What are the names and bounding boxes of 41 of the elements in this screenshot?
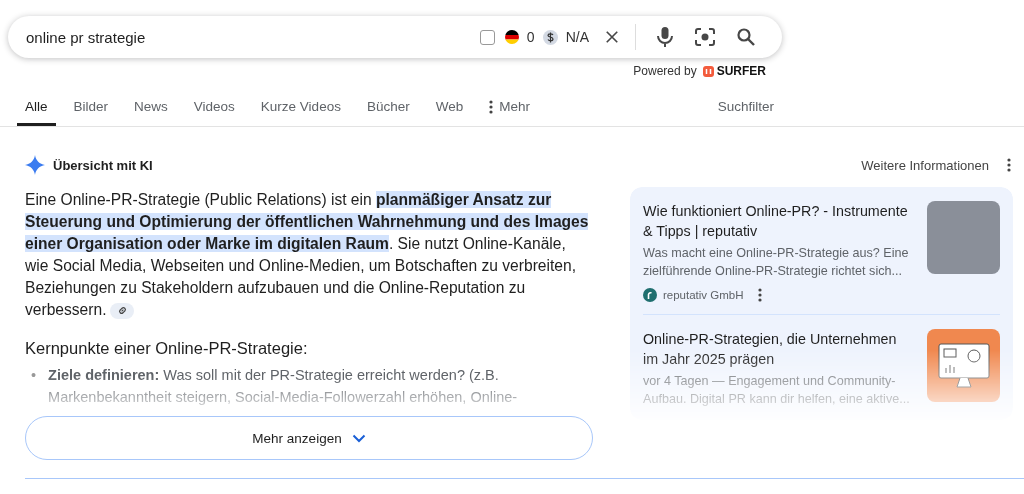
- search-field[interactable]: online pr strategie 0 N/A: [8, 16, 782, 58]
- dollar-icon: [542, 29, 558, 45]
- chevron-down-icon: [351, 433, 366, 443]
- camera-search-icon[interactable]: [694, 27, 716, 47]
- tab[interactable]: Kurze Videos: [252, 90, 349, 126]
- more-options-icon[interactable]: [757, 288, 762, 302]
- search-query[interactable]: online pr strategie: [26, 28, 472, 46]
- bullet-point: Ziele definieren: Was soll mit der PR-Strategie erreicht werden? (z.B. Markenbekanntheit steigern, Social-Media-Followerzahl erhöhen, Online-: [48, 366, 519, 407]
- section-heading: Kernpunkte einer Online-PR-Strategie:: [25, 339, 309, 358]
- powered-by-label: Powered by: [633, 64, 697, 78]
- tab[interactable]: News: [126, 90, 176, 126]
- more-options-icon[interactable]: [1007, 158, 1011, 172]
- source-title[interactable]: Online-PR-Strategien, die Unternehmen im Jahr 2025 prägen: [643, 329, 915, 369]
- search-icon[interactable]: [736, 27, 756, 47]
- surfer-logo[interactable]: SURFER: [702, 64, 766, 78]
- tab[interactable]: Alle: [17, 90, 56, 126]
- source-snippet: Was macht eine Online-PR-Strategie aus? Eine zielführende Online-PR-Strategie richtet sich...: [643, 245, 910, 280]
- checkbox[interactable]: [479, 29, 495, 45]
- link-icon[interactable]: [110, 302, 135, 319]
- source-site[interactable]: reputativ GmbH: [663, 289, 744, 301]
- show-more-button[interactable]: Mehr anzeigen: [25, 416, 593, 460]
- more-vertical-icon: [489, 99, 494, 114]
- tab[interactable]: Web: [427, 90, 472, 126]
- overview-title: Übersicht mit KI: [53, 157, 153, 173]
- microphone-icon[interactable]: [656, 26, 674, 48]
- more-menu-tab[interactable]: Mehr: [481, 90, 538, 126]
- source-snippet: vor 4 Tagen — Engagement und Community-Aufbau. Digital PR kann dir helfen, eine aktive...: [643, 373, 911, 408]
- site-logo-icon: [643, 288, 657, 302]
- source-title[interactable]: Wie funktioniert Online-PR? - Instrumente & Tipps | reputativ: [643, 201, 915, 241]
- price-value: N/A: [565, 29, 589, 45]
- country-count: 0: [526, 29, 535, 45]
- search-filter-link[interactable]: Suchfilter: [717, 90, 774, 126]
- summary-text: Eine Online-PR-Strategie (Public Relations) ist ein planmäßiger Ansatz zur Steuerung und Optimierung der öffentlichen Wahrnehmung und des Images einer Organisation oder Marke im digitalen Raum. Sie nutzt Online-Kanäle, wie Social Media, Webseiten und Online-Medien, um Botschaften zu verbreiten, Beziehungen zu Stakeholdern aufzubauen und die Online-Reputation zu verbessern.: [25, 190, 590, 321]
- close-icon[interactable]: [603, 28, 621, 46]
- tab[interactable]: Bücher: [358, 90, 418, 126]
- sparkle-icon: [25, 155, 45, 175]
- bullet-marker: •: [31, 366, 37, 385]
- tab[interactable]: Videos: [185, 90, 243, 126]
- germany-flag-icon: [504, 30, 519, 44]
- tab[interactable]: Bilder: [65, 90, 117, 126]
- more-info-link[interactable]: Weitere Informationen: [861, 157, 989, 173]
